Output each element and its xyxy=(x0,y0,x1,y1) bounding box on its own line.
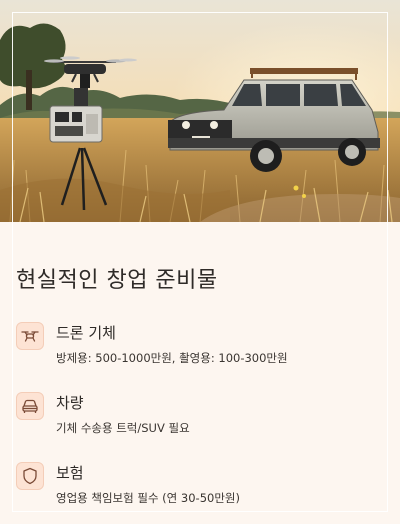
car-icon xyxy=(16,392,44,420)
drone-icon xyxy=(16,322,44,350)
shield-icon xyxy=(16,462,44,490)
section-title: 현실적인 창업 준비물 xyxy=(16,268,218,293)
item-description: 방제용: 500-1000만원, 촬영용: 100-300만원 xyxy=(56,351,288,365)
item-description: 기체 수송용 트럭/SUV 필요 xyxy=(56,421,190,435)
hero-image xyxy=(0,0,400,222)
item-description: 영업용 책임보험 필수 (연 30-50만원) xyxy=(56,491,240,505)
item-label: 드론 기체 xyxy=(56,324,116,342)
startup-card: 현실적인 창업 준비물 드론 기체 방제용: 500-1000만원, 촬영용: … xyxy=(0,0,400,524)
item-label: 차량 xyxy=(56,394,84,412)
item-label: 보험 xyxy=(56,464,84,482)
hero-illustration xyxy=(0,0,400,222)
